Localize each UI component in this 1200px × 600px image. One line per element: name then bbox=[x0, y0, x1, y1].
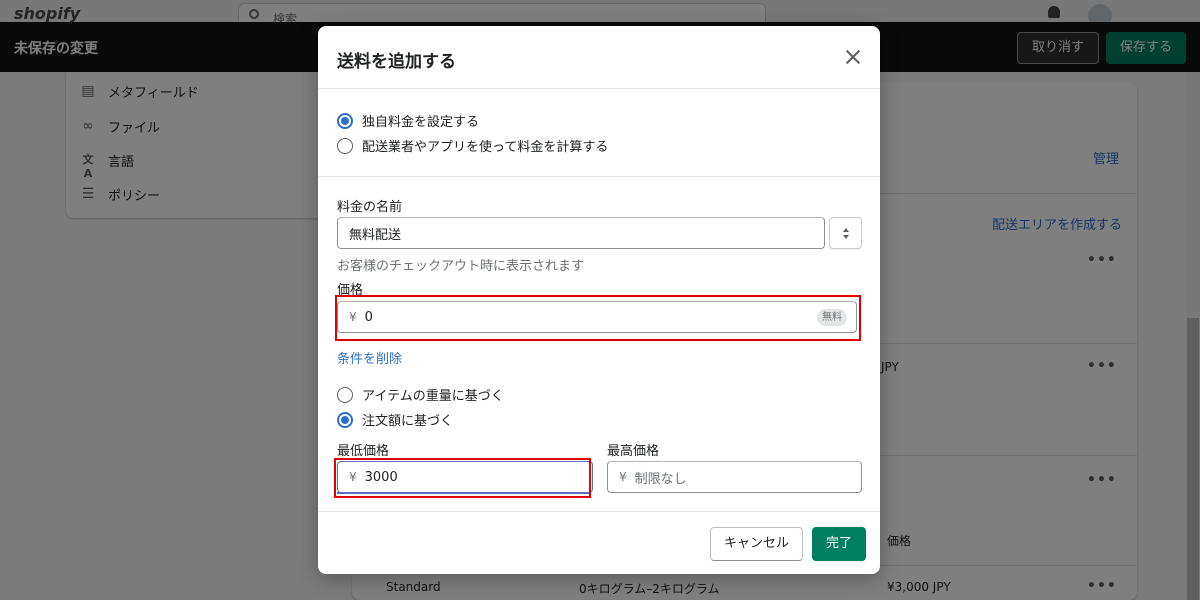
max-price-label: 最高価格 bbox=[607, 444, 660, 459]
max-price-field[interactable]: ¥ 制限なし bbox=[607, 461, 862, 493]
add-rate-modal: 送料を追加する 独自料金を設定する 配送業者やアプリを使って料金を計算する 料金… bbox=[318, 26, 880, 574]
radio-button[interactable] bbox=[337, 112, 353, 129]
radio-label: 注文額に基づく bbox=[362, 414, 454, 429]
max-price-placeholder: 制限なし bbox=[634, 471, 687, 487]
rate-name-value: 無料配送 bbox=[349, 227, 402, 243]
radio-label: 独自料金を設定する bbox=[362, 115, 480, 130]
annotation-highlight-price bbox=[335, 295, 861, 341]
chevron-down-icon bbox=[843, 235, 849, 239]
radio-carrier-rate[interactable]: 配送業者やアプリを使って料金を計算する bbox=[337, 136, 608, 155]
rate-name-select-button[interactable] bbox=[829, 217, 862, 249]
annotation-highlight-min-price bbox=[334, 458, 591, 498]
chevron-up-icon bbox=[843, 228, 849, 232]
radio-button[interactable] bbox=[337, 137, 353, 154]
rate-name-field[interactable]: 無料配送 bbox=[337, 217, 825, 249]
modal-header: 送料を追加する bbox=[318, 26, 880, 89]
cancel-button[interactable]: キャンセル bbox=[710, 527, 803, 561]
remove-conditions-link[interactable]: 条件を削除 bbox=[337, 348, 402, 367]
radio-button[interactable] bbox=[337, 386, 353, 403]
currency-prefix: ¥ bbox=[619, 470, 627, 484]
close-icon[interactable] bbox=[842, 46, 864, 68]
radio-order-price-based[interactable]: 注文額に基づく bbox=[337, 410, 453, 429]
radio-weight-based[interactable]: アイテムの重量に基づく bbox=[337, 385, 504, 404]
radio-custom-rate[interactable]: 独自料金を設定する bbox=[337, 111, 479, 130]
min-price-label: 最低価格 bbox=[337, 444, 390, 459]
done-button[interactable]: 完了 bbox=[812, 527, 866, 561]
divider bbox=[318, 511, 880, 512]
radio-label: 配送業者やアプリを使って料金を計算する bbox=[362, 140, 609, 155]
rate-name-label: 料金の名前 bbox=[337, 200, 403, 215]
modal-title: 送料を追加する bbox=[337, 52, 456, 72]
radio-label: アイテムの重量に基づく bbox=[362, 389, 504, 404]
divider bbox=[318, 176, 880, 177]
radio-button[interactable] bbox=[337, 411, 353, 428]
rate-name-help-text: お客様のチェックアウト時に表示されます bbox=[337, 259, 585, 274]
